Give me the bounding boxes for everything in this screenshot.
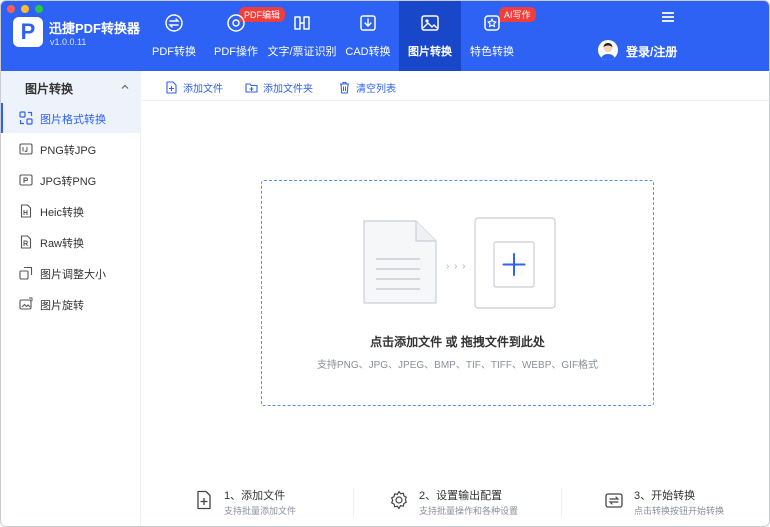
sidebar-item-label: 图片格式转换 [40,114,106,126]
cad-icon [360,15,376,31]
app-name: 迅捷PDF转换器 [49,21,141,36]
sidebar-item-png-to-jpg[interactable]: PNG转JPG [1,134,141,164]
add-folder-icon [245,82,258,93]
resize-icon [19,266,33,280]
clear-list-label: 清空列表 [356,83,396,95]
settings-gear-icon [391,490,407,510]
pdf-operate-icon [227,14,245,32]
nav-label: CAD转换 [345,46,391,58]
add-folder-label: 添加文件夹 [263,83,313,95]
app-version: v1.0.0.11 [50,37,87,47]
clear-list-button[interactable]: 清空列表 [338,79,396,95]
sidebar-item-image-format[interactable]: 图片格式转换 [1,103,141,133]
login-register-link[interactable]: 登录/注册 [626,43,677,60]
sidebar-item-resize[interactable]: 图片调整大小 [1,258,141,288]
step-description: 支持批量操作和各种设置 [419,506,519,516]
step-divider [353,488,354,516]
nav-ocr[interactable]: 文字/票证识别 [267,1,337,71]
step-title: 2、设置输出配置 [419,490,503,502]
rotate-icon [19,297,33,310]
nav-pdf-convert[interactable]: PDF转换 [143,1,205,71]
convert-icon [605,493,623,508]
png-to-jpg-icon [19,143,33,155]
nav-label: PDF操作 [214,46,258,58]
sidebar: 图片转换 图片格式转换 PNG转JPG JPG转PNG Heic转换 Raw转换… [1,71,141,526]
sidebar-item-label: JPG转PNG [40,176,97,188]
nav-feature-convert[interactable]: AI写作 特色转换 [461,1,536,71]
chevron-up-icon [121,84,129,89]
add-file-illustration-icon [474,217,556,309]
sidebar-item-raw[interactable]: Raw转换 [1,227,141,257]
add-file-icon [197,490,211,510]
sidebar-item-heic[interactable]: Heic转换 [1,196,141,226]
sidebar-header-title: 图片转换 [25,82,74,96]
add-file-button[interactable]: 添加文件 [165,79,223,95]
add-file-icon [166,80,177,94]
heic-icon [20,204,32,218]
avatar[interactable] [598,40,618,60]
app-logo: P [13,17,43,47]
sidebar-header[interactable]: 图片转换 [1,71,141,103]
step-divider [561,488,562,516]
step-description: 点击转换按钮开始转换 [634,506,725,516]
raw-icon [20,235,32,249]
nav-label: 文字/票证识别 [267,46,337,58]
nav-image-convert[interactable]: 图片转换 [399,1,461,71]
sidebar-item-label: 图片旋转 [40,300,84,312]
sidebar-item-label: 图片调整大小 [40,269,106,281]
hamburger-menu-icon[interactable] [662,12,674,22]
user-avatar-icon [601,43,615,60]
image-format-icon [19,111,33,125]
sidebar-item-label: PNG转JPG [40,145,97,157]
main-nav: PDF转换 PDF编辑 PDF操作 文字/票证识别 CAD转换 图片转换 AI写… [143,1,536,71]
step-title: 1、添加文件 [224,490,286,502]
pdf-convert-icon [165,14,183,32]
clear-list-icon [340,81,349,94]
drop-zone-formats-text: 支持PNG、JPG、JPEG、BMP、TIF、TIFF、WEBP、GIF格式 [316,360,599,371]
nav-label: 特色转换 [470,46,514,58]
sidebar-item-label: Heic转换 [40,207,85,219]
jpg-to-png-icon [19,174,33,186]
nav-label: 图片转换 [408,46,452,58]
nav-cad[interactable]: CAD转换 [337,1,399,71]
document-illustration-icon [363,220,437,304]
close-window-button[interactable] [7,5,15,13]
minimize-window-button[interactable] [21,5,29,13]
toolbar: 添加文件 添加文件夹 清空列表 [142,71,769,101]
add-file-label: 添加文件 [183,83,223,95]
arrows-indicator: › › › [446,261,467,272]
nav-label: PDF转换 [152,46,196,58]
step-description: 支持批量添加文件 [224,506,297,516]
ai-writing-badge: AI写作 [499,7,536,22]
ocr-icon [294,16,310,30]
sidebar-item-rotate[interactable]: 图片旋转 [1,289,141,319]
file-drop-zone[interactable]: › › › 点击添加文件 或 拖拽文件到此处 支持PNG、JPG、JPEG、BM… [261,180,654,406]
sidebar-item-jpg-to-png[interactable]: JPG转PNG [1,165,141,195]
drop-zone-main-text: 点击添加文件 或 拖拽文件到此处 [370,335,545,349]
window-controls [7,5,43,13]
add-folder-button[interactable]: 添加文件夹 [245,79,313,95]
maximize-window-button[interactable] [35,5,43,13]
feature-icon [484,15,500,31]
top-bar: P 迅捷PDF转换器 v1.0.0.11 PDF转换 PDF编辑 PDF操作 文… [1,1,769,71]
image-icon [421,15,439,31]
sidebar-item-label: Raw转换 [40,238,85,250]
step-title: 3、开始转换 [634,490,696,502]
nav-pdf-operate[interactable]: PDF编辑 PDF操作 [205,1,286,71]
app-window: P 迅捷PDF转换器 v1.0.0.11 PDF转换 PDF编辑 PDF操作 文… [0,0,770,527]
